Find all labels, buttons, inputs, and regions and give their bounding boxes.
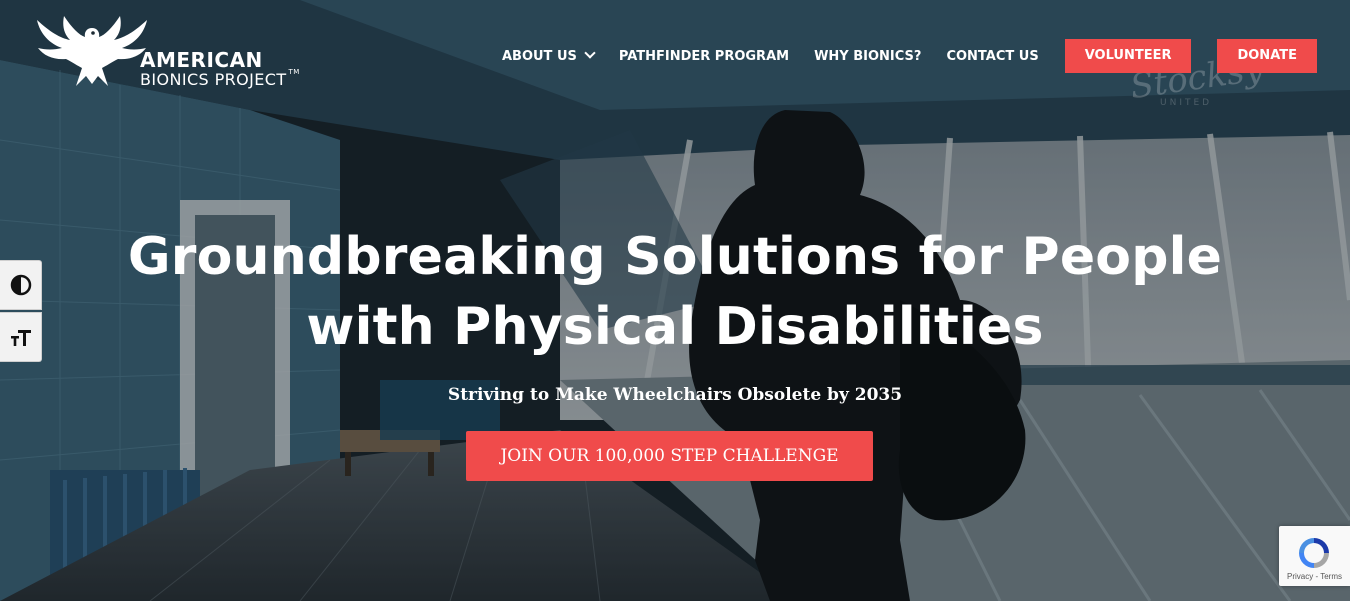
recaptcha-icon: [1299, 538, 1329, 568]
volunteer-button[interactable]: VOLUNTEER: [1064, 39, 1192, 73]
brand-line2: BIONICS PROJECT TM: [140, 68, 300, 89]
donate-button[interactable]: DONATE: [1217, 39, 1317, 73]
recaptcha-links[interactable]: Privacy - Terms: [1279, 572, 1350, 581]
chevron-down-icon: [584, 47, 596, 59]
hero-headline-line2: with Physical Disabilities: [306, 297, 1044, 357]
step-challenge-button[interactable]: JOIN OUR 100,000 STEP CHALLENGE: [466, 431, 873, 481]
phoenix-logo-icon: [37, 16, 147, 86]
nav-contact-us[interactable]: CONTACT US: [946, 49, 1038, 64]
hero-subheadline: Striving to Make Wheelchairs Obsolete by…: [447, 385, 903, 405]
hero-headline-line1: Groundbreaking Solutions for People: [127, 227, 1223, 287]
nav-why-bionics[interactable]: WHY BIONICS?: [814, 49, 921, 64]
stocksy-watermark-sub: UNITED: [1160, 98, 1213, 108]
brand-line1: AMERICAN: [140, 48, 263, 72]
recaptcha-badge[interactable]: Privacy - Terms: [1279, 526, 1350, 586]
nav-pathfinder-program[interactable]: PATHFINDER PROGRAM: [619, 49, 789, 64]
main-nav: ABOUT US PATHFINDER PROGRAM WHY BIONICS?…: [502, 39, 1317, 73]
site-logo[interactable]: AMERICAN BIONICS PROJECT TM: [32, 10, 332, 90]
hero-headline: Groundbreaking Solutions for People with…: [0, 222, 1350, 362]
nav-about-us-label: ABOUT US: [501, 48, 577, 64]
brand-line2-text: BIONICS PROJECT: [140, 70, 287, 89]
nav-about-us[interactable]: ABOUT US: [501, 47, 596, 64]
trademark: TM: [288, 68, 300, 76]
